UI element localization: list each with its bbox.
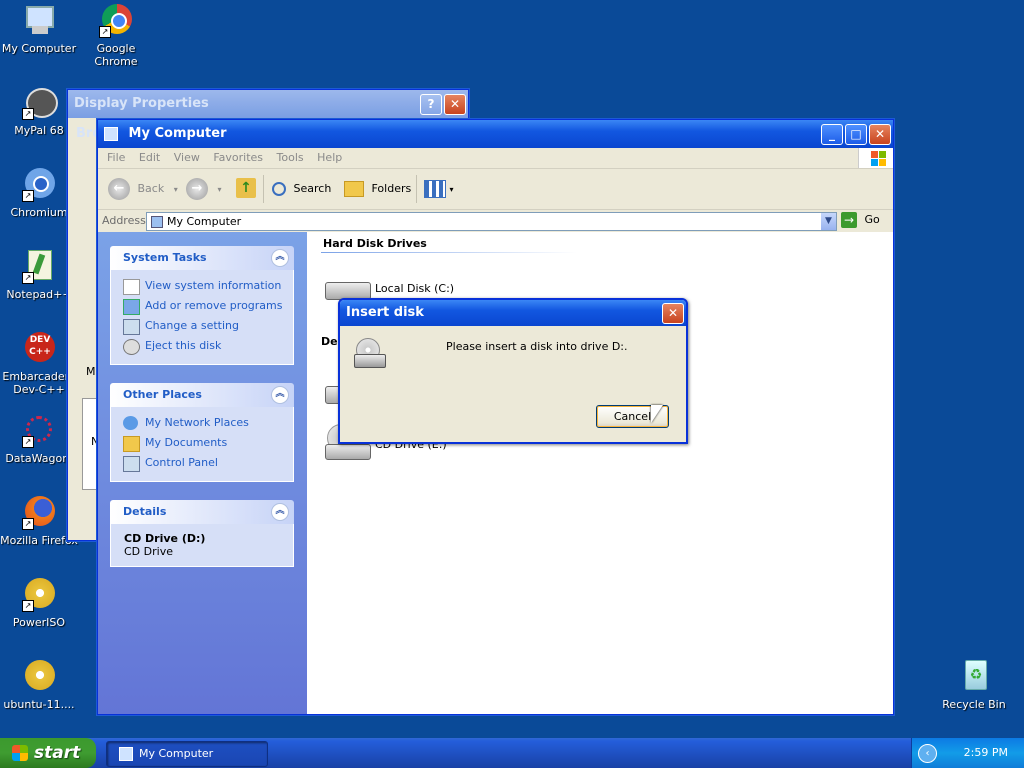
chevron-down-icon: ▾ bbox=[173, 185, 178, 194]
devcpp-icon: DEV C++ bbox=[22, 332, 56, 366]
task-add-remove-programs[interactable]: Add or remove programs bbox=[123, 296, 293, 316]
up-folder-button[interactable]: ↑ bbox=[236, 177, 256, 201]
desktop-icon-chrome[interactable]: ↗ Google Chrome bbox=[76, 4, 156, 68]
close-button[interactable]: ✕ bbox=[444, 94, 466, 115]
folders-button[interactable]: Folders bbox=[344, 177, 411, 201]
taskbar-item-my-computer[interactable]: My Computer bbox=[106, 741, 268, 767]
windows-logo-icon bbox=[12, 745, 28, 761]
menu-tools[interactable]: Tools bbox=[272, 148, 309, 167]
recycle-bin-icon: ♻ bbox=[957, 660, 991, 694]
maximize-button[interactable]: □ bbox=[845, 124, 867, 145]
task-eject-disk[interactable]: Eject this disk bbox=[123, 336, 293, 356]
up-arrow-icon: ↑ bbox=[236, 178, 256, 198]
details-type: CD Drive bbox=[124, 545, 173, 558]
search-icon bbox=[272, 182, 286, 196]
collapse-chevron-icon[interactable]: ︽ bbox=[271, 386, 289, 404]
eject-icon bbox=[123, 339, 140, 355]
place-my-network-places[interactable]: My Network Places bbox=[123, 413, 293, 433]
control-panel-icon bbox=[123, 319, 140, 335]
mouse-cursor-icon bbox=[651, 405, 663, 423]
display-properties-titlebar[interactable]: Display Properties ? ✕ bbox=[68, 90, 468, 118]
close-button[interactable]: ✕ bbox=[869, 124, 891, 145]
collapse-chevron-icon[interactable]: ︽ bbox=[271, 249, 289, 267]
show-hidden-icons-button[interactable]: ‹ bbox=[918, 744, 937, 763]
mypal-icon: ↗ bbox=[22, 86, 58, 120]
control-panel-icon bbox=[123, 456, 140, 472]
views-icon bbox=[424, 180, 446, 198]
dialog-message: Please insert a disk into drive D:. bbox=[446, 340, 628, 353]
system-tray: ‹ 2:59 PM bbox=[911, 738, 1024, 768]
collapse-chevron-icon[interactable]: ︽ bbox=[271, 503, 289, 521]
datawagon-icon: ↗ bbox=[22, 414, 56, 448]
menu-favorites[interactable]: Favorites bbox=[208, 148, 268, 167]
back-button[interactable]: ← Back ▾ bbox=[108, 177, 178, 201]
start-button[interactable]: start bbox=[0, 738, 96, 768]
firefox-icon: ↗ bbox=[22, 496, 56, 530]
task-pane: System Tasks ︽ View system information A… bbox=[98, 232, 307, 714]
shortcut-arrow-icon: ↗ bbox=[99, 26, 111, 38]
menu-view[interactable]: View bbox=[169, 148, 205, 167]
desktop-icon-ubuntu-iso[interactable]: ubuntu-11.... bbox=[0, 660, 79, 711]
windows-logo-icon bbox=[858, 148, 893, 168]
folders-icon bbox=[344, 181, 364, 197]
insert-disk-dialog[interactable]: Insert disk ✕ Please insert a disk into … bbox=[338, 298, 688, 444]
place-my-documents[interactable]: My Documents bbox=[123, 433, 293, 453]
task-change-setting[interactable]: Change a setting bbox=[123, 316, 293, 336]
search-button[interactable]: Search bbox=[272, 177, 331, 201]
computer-icon bbox=[22, 4, 56, 38]
add-remove-programs-icon bbox=[123, 299, 140, 315]
go-button[interactable]: → Go bbox=[841, 212, 889, 230]
details-name: CD Drive (D:) bbox=[124, 532, 206, 545]
go-arrow-icon: → bbox=[841, 212, 857, 228]
address-dropdown-button[interactable]: ▼ bbox=[821, 213, 836, 230]
dialog-titlebar[interactable]: Insert disk ✕ bbox=[340, 300, 686, 326]
group-header-removable-partial: De bbox=[321, 335, 338, 348]
toolbar: ← Back ▾ → ▾ ↑ Search Folders ▾ bbox=[98, 169, 893, 210]
computer-icon bbox=[104, 126, 118, 141]
minimize-button[interactable]: _ bbox=[821, 124, 843, 145]
other-places-header[interactable]: Other Places ︽ bbox=[110, 383, 294, 407]
other-places-panel: Other Places ︽ My Network Places My Docu… bbox=[110, 383, 294, 482]
desktop-icon-recycle-bin[interactable]: ♻ Recycle Bin bbox=[934, 660, 1014, 711]
chevron-down-icon: ▾ bbox=[217, 185, 222, 194]
desktop-icon-my-computer[interactable]: My Computer bbox=[0, 4, 79, 55]
address-input[interactable]: My Computer ▼ bbox=[146, 212, 837, 231]
my-computer-titlebar[interactable]: My Computer _ □ ✕ bbox=[98, 120, 893, 148]
group-header-hard-disks: Hard Disk Drives bbox=[323, 237, 427, 250]
back-arrow-icon: ← bbox=[108, 178, 130, 200]
system-info-icon bbox=[123, 279, 140, 295]
poweriso-icon: ↗ bbox=[22, 578, 56, 612]
chevron-down-icon: ▾ bbox=[449, 185, 454, 194]
disc-image-icon bbox=[22, 660, 56, 694]
task-view-system-information[interactable]: View system information bbox=[123, 276, 293, 296]
computer-icon bbox=[119, 747, 133, 761]
network-icon bbox=[123, 416, 138, 430]
forward-button[interactable]: → ▾ bbox=[186, 177, 222, 201]
close-button[interactable]: ✕ bbox=[662, 303, 684, 324]
system-tasks-panel: System Tasks ︽ View system information A… bbox=[110, 246, 294, 365]
chrome-icon: ↗ bbox=[99, 4, 133, 38]
chromium-icon: ↗ bbox=[22, 168, 56, 202]
forward-arrow-icon: → bbox=[186, 178, 208, 200]
menu-edit[interactable]: Edit bbox=[134, 148, 165, 167]
notepad-plus-icon: ↗ bbox=[22, 250, 56, 284]
partial-panel: N bbox=[82, 398, 99, 490]
details-header[interactable]: Details ︽ bbox=[110, 500, 294, 524]
computer-icon bbox=[151, 216, 163, 228]
views-button[interactable]: ▾ bbox=[424, 177, 454, 201]
clock[interactable]: 2:59 PM bbox=[964, 738, 1008, 768]
address-bar: Address My Computer ▼ → Go bbox=[98, 210, 893, 233]
folder-icon bbox=[123, 436, 140, 452]
menu-help[interactable]: Help bbox=[312, 148, 347, 167]
cd-drive-icon bbox=[354, 338, 386, 368]
place-control-panel[interactable]: Control Panel bbox=[123, 453, 293, 473]
details-panel: Details ︽ CD Drive (D:) CD Drive bbox=[110, 500, 294, 567]
taskbar: start My Computer ‹ 2:59 PM bbox=[0, 738, 1024, 768]
menu-file[interactable]: File bbox=[102, 148, 130, 167]
system-tasks-header[interactable]: System Tasks ︽ bbox=[110, 246, 294, 270]
help-button[interactable]: ? bbox=[420, 94, 442, 115]
partial-label: M bbox=[86, 365, 96, 378]
desktop-icon-poweriso[interactable]: ↗ PowerISO bbox=[0, 578, 79, 629]
menu-bar: File Edit View Favorites Tools Help bbox=[98, 148, 893, 169]
